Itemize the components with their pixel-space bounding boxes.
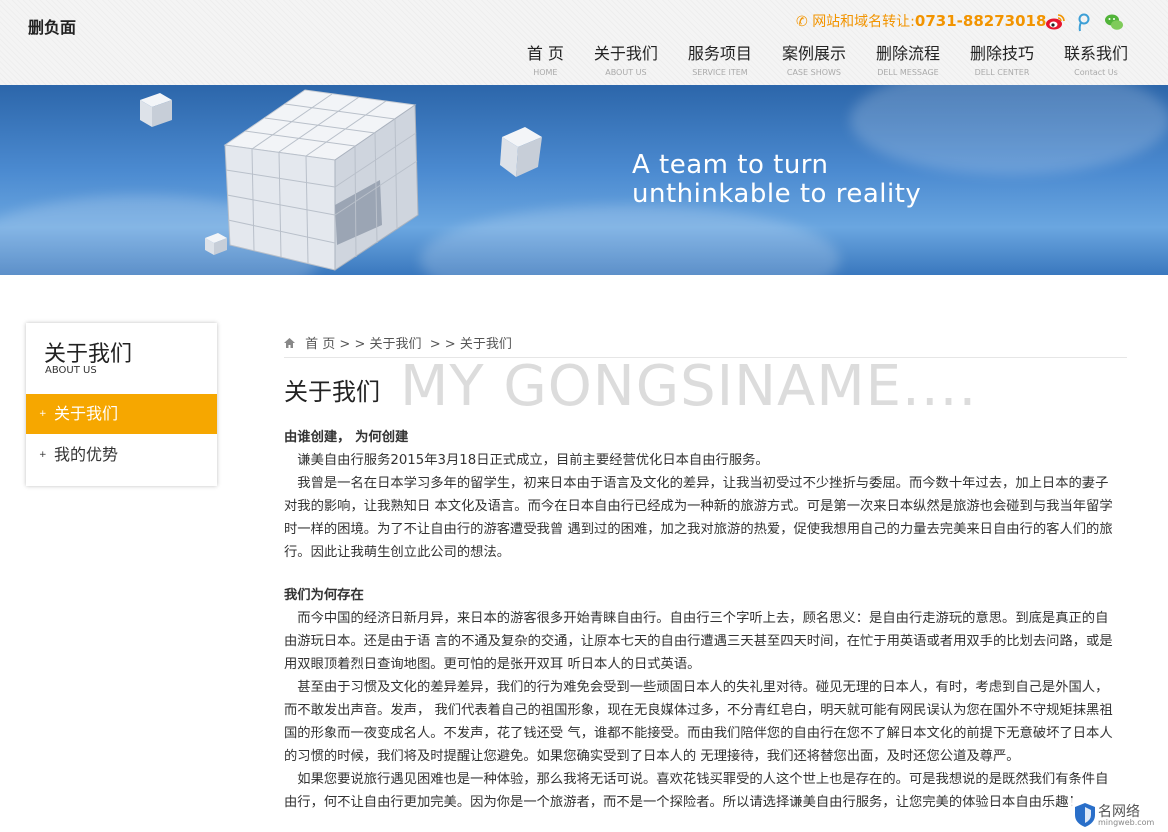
nav-label: 案例展示 — [781, 44, 846, 63]
sidebar: 关于我们 ABOUT US + 关于我们 + 我的优势 — [26, 323, 217, 486]
breadcrumb: 首 页 > > 关于我们 > > 关于我们 — [284, 333, 512, 352]
breadcrumb-separator: > > — [429, 337, 456, 352]
home-icon — [284, 337, 295, 352]
hotline: ✆ 网站和域名转让:0731-88273018 — [796, 11, 1046, 31]
nav-sublabel: HOME — [533, 68, 558, 77]
banner-slogan-line1: A team to turn — [632, 150, 829, 180]
nav-home[interactable]: 首 页 HOME — [527, 40, 564, 77]
paragraph: 我曾是一名在日本学习多年的留学生，初来日本由于语言及文化的差异，让我当初受过不少… — [284, 476, 1113, 560]
paragraph: 而今中国的经济日新月异，来日本的游客很多开始青睐自由行。自由行三个字听上去，顾名… — [284, 611, 1113, 672]
nav-sublabel: Contact Us — [1074, 68, 1118, 77]
phone-icon: ✆ — [796, 14, 808, 30]
corner-badge-domain: mingweb.com — [1098, 818, 1155, 827]
sidebar-subtitle: ABOUT US — [45, 365, 97, 376]
nav-label: 首 页 — [526, 44, 564, 63]
section-heading: 我们为何存在 — [284, 588, 364, 603]
nav-label: 关于我们 — [593, 44, 658, 63]
nav-sublabel: DELL MESSAGE — [877, 68, 939, 77]
page-title: 关于我们 — [284, 378, 380, 406]
sidebar-item-advantages[interactable]: + 我的优势 — [26, 435, 217, 475]
sidebar-item-about-us[interactable]: + 关于我们 — [26, 394, 217, 434]
nav-label: 联系我们 — [1063, 44, 1128, 63]
breadcrumb-separator: > > — [339, 337, 366, 352]
nav-contact-us[interactable]: 联系我们 Contact Us — [1064, 40, 1128, 77]
paragraph: 甚至由于习惯及文化的差异差异，我们的行为难免会受到一些顽固日本人的失礼里对待。碰… — [284, 680, 1113, 764]
hotline-number: 0731-88273018 — [914, 12, 1047, 30]
sidebar-item-label: 我的优势 — [54, 445, 119, 464]
site-logo[interactable]: 删负面 — [28, 14, 76, 38]
breadcrumb-home[interactable]: 首 页 — [305, 337, 335, 352]
hero-banner: A team to turn unthinkable to reality — [0, 85, 1168, 275]
plus-icon: + — [39, 409, 47, 419]
cube-illustration — [140, 89, 542, 271]
site-header: 删负面 ✆ 网站和域名转让:0731-88273018 首 页 HOME 关于我… — [0, 0, 1168, 85]
paragraph: 如果您要说旅行遇见困难也是一种体验，那么我将无话可说。喜欢花钱买罪受的人这个世上… — [284, 772, 1109, 810]
article-content: 由谁创建， 为何创建 谦美自由行服务2015年3月18日正式成立，目前主要经营优… — [284, 426, 1120, 814]
sidebar-item-label: 关于我们 — [54, 404, 119, 423]
nav-label: 服务项目 — [687, 44, 752, 63]
nav-dell-message[interactable]: 删除流程 DELL MESSAGE — [876, 40, 940, 77]
nav-sublabel: CASE SHOWS — [786, 68, 841, 77]
wechat-icon[interactable] — [1104, 12, 1124, 32]
nav-label: 删除技巧 — [969, 44, 1034, 63]
paragraph: 谦美自由行服务2015年3月18日正式成立，目前主要经营优化日本自由行服务。 — [297, 453, 769, 468]
nav-about-us[interactable]: 关于我们 ABOUT US — [594, 40, 658, 77]
breadcrumb-level2[interactable]: 关于我们 — [460, 337, 512, 352]
nav-label: 删除流程 — [875, 44, 940, 63]
nav-sublabel: ABOUT US — [605, 68, 647, 77]
breadcrumb-level1[interactable]: 关于我们 — [369, 337, 421, 352]
tencent-weibo-icon[interactable] — [1074, 12, 1094, 32]
section-heading: 由谁创建， 为何创建 — [284, 430, 409, 445]
banner-slogan: A team to turn unthinkable to reality — [632, 151, 921, 209]
corner-logo-badge: 名网络 mingweb.com — [1068, 798, 1168, 832]
nav-dell-center[interactable]: 删除技巧 DELL CENTER — [970, 40, 1034, 77]
plus-icon: + — [39, 450, 47, 460]
sidebar-title: 关于我们 — [44, 342, 133, 367]
company-name-watermark: MY GONGSINAME.... — [400, 354, 978, 419]
banner-slogan-line2: unthinkable to reality — [632, 179, 922, 209]
shield-icon — [1075, 803, 1095, 827]
nav-service-item[interactable]: 服务项目 SERVICE ITEM — [688, 40, 752, 77]
nav-sublabel: DELL CENTER — [974, 68, 1030, 77]
weibo-icon[interactable] — [1045, 12, 1065, 32]
hotline-label: 网站和域名转让: — [812, 14, 915, 30]
main-nav: 首 页 HOME 关于我们 ABOUT US 服务项目 SERVICE ITEM… — [497, 40, 1128, 77]
nav-case-shows[interactable]: 案例展示 CASE SHOWS — [782, 40, 846, 77]
nav-sublabel: SERVICE ITEM — [692, 68, 748, 77]
